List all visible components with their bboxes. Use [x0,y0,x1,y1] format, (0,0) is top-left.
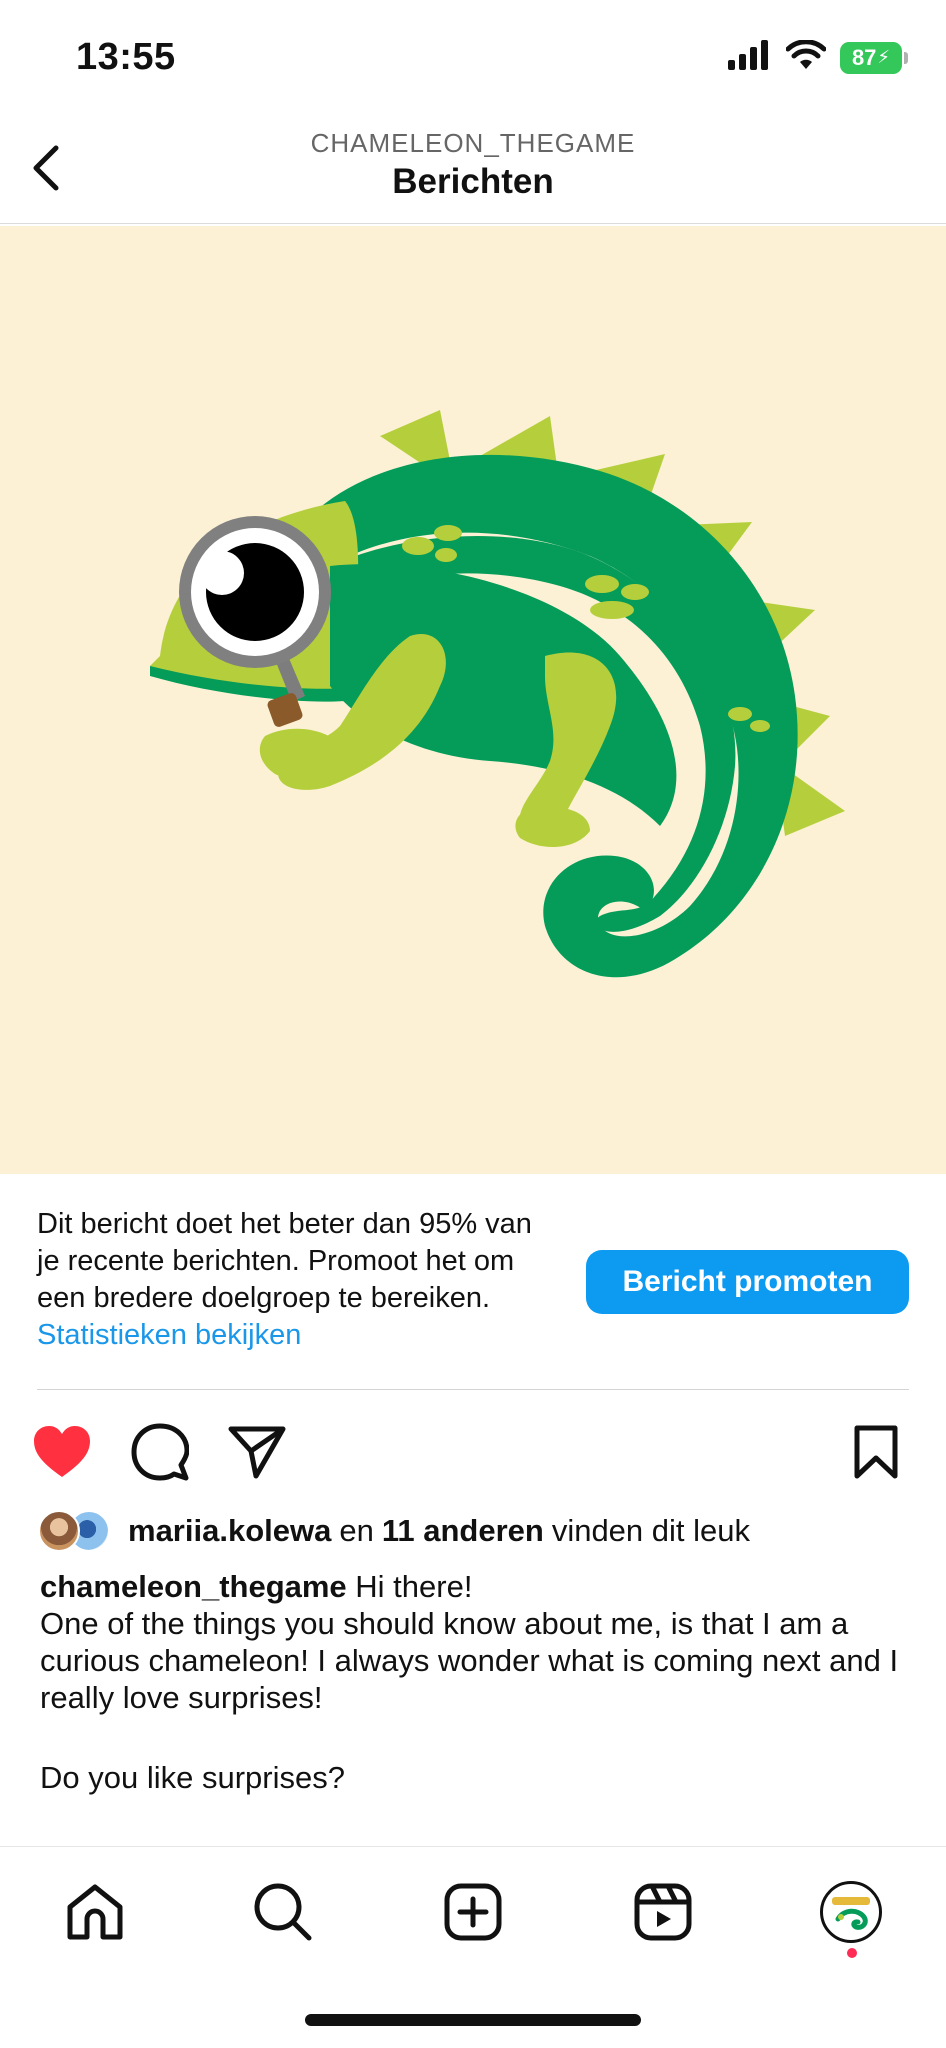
account-name: CHAMELEON_THEGAME [310,128,636,158]
nav-create[interactable] [438,1877,508,1947]
page-title: Berichten [392,162,554,201]
insights-link[interactable]: Statistieken bekijken [37,1319,301,1351]
battery-level: 87 [851,44,877,70]
profile-avatar [820,1881,882,1943]
home-indicator [305,2014,641,2026]
wifi-icon [785,39,827,75]
create-post-icon [444,1883,502,1941]
post-actions [0,1412,946,1488]
home-icon [67,1884,123,1940]
likes-summary[interactable]: mariia.kolewa en 11 anderen vinden dit l… [38,1508,750,1554]
caption-question: Do you like surprises? [40,1760,345,1795]
save-button[interactable] [844,1420,908,1484]
chameleon-illustration [150,410,845,978]
charging-icon: ⚡ [877,47,891,67]
signal-bars-icon [728,40,772,75]
others-count[interactable]: 11 anderen [382,1513,544,1549]
reels-icon [634,1883,692,1941]
battery-indicator: 87 ⚡ [840,41,908,74]
header: CHAMELEON_THEGAME Berichten [0,120,946,224]
caption-username[interactable]: chameleon_thegame [40,1569,347,1604]
liker-username[interactable]: mariia.kolewa [128,1513,331,1549]
bottom-nav [0,1846,946,1956]
status-icons: 87 ⚡ [728,39,908,75]
promote-section: Dit bericht doet het beter dan 95% van j… [37,1206,909,1390]
notification-dot [847,1948,857,1958]
caption-body: One of the things you should know about … [40,1606,899,1715]
avatar [38,1510,80,1552]
comment-icon [131,1423,189,1481]
nav-search[interactable] [248,1877,318,1947]
share-button[interactable] [225,1420,289,1484]
comment-button[interactable] [128,1420,192,1484]
promote-text: Dit bericht doet het beter dan 95% van j… [37,1206,557,1354]
promote-post-button[interactable]: Bericht promoten [586,1250,909,1314]
promote-message: Dit bericht doet het beter dan 95% van j… [37,1208,532,1314]
status-time: 13:55 [76,36,176,78]
send-icon [228,1426,286,1479]
post-caption: chameleon_thegame Hi there! One of the t… [40,1568,910,1796]
bookmark-icon [854,1425,898,1479]
heart-filled-icon [34,1426,90,1477]
search-icon [254,1883,312,1941]
status-bar: 13:55 87 ⚡ [0,0,946,120]
post-detail-screen: 13:55 87 ⚡ CHAMELEON_THEGAME Berichten D… [0,0,946,2048]
likes-suffix: vinden dit leuk [551,1513,750,1548]
nav-home[interactable] [60,1877,130,1947]
like-button[interactable] [30,1420,94,1484]
post-image[interactable] [0,226,946,1174]
liker-avatars [38,1508,116,1554]
nav-reels[interactable] [628,1877,698,1947]
nav-profile[interactable] [816,1877,886,1947]
caption-first-line: Hi there! [355,1569,473,1604]
likes-connector: en [339,1513,374,1548]
